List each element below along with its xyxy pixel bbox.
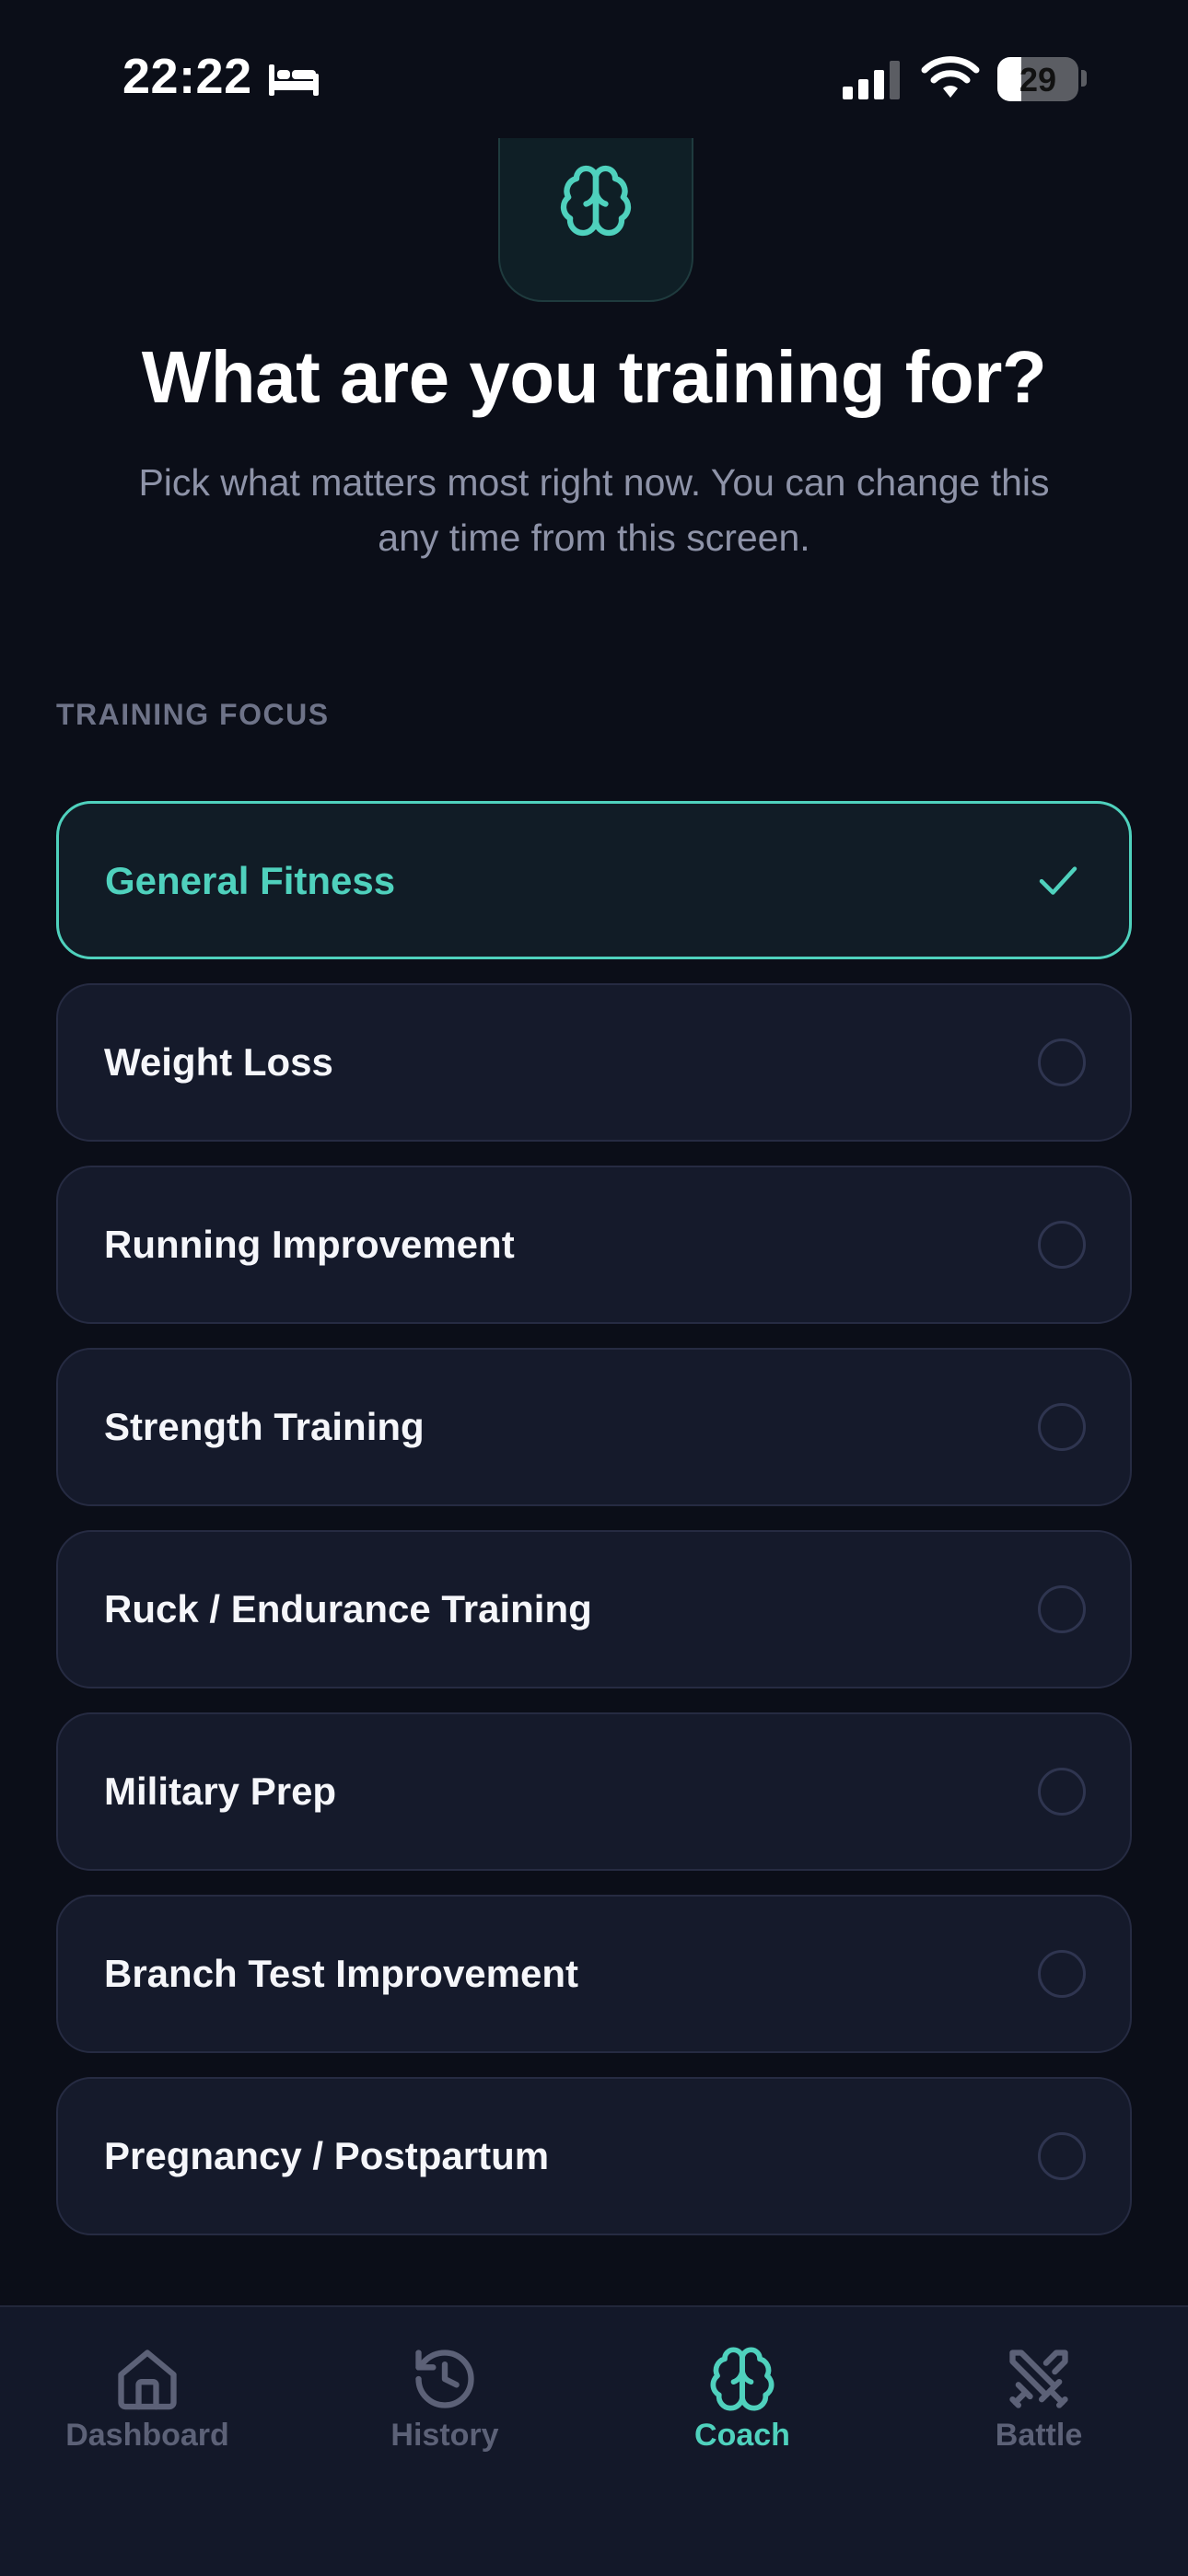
- brain-icon: [560, 165, 632, 237]
- swords-icon: [1009, 2350, 1068, 2408]
- option-ruck-endurance-training[interactable]: Ruck / Endurance Training: [56, 1530, 1132, 1688]
- status-time: 22:22: [122, 49, 252, 104]
- battery-percent: 29: [1019, 61, 1057, 99]
- option-branch-test-improvement[interactable]: Branch Test Improvement: [56, 1895, 1132, 2053]
- training-focus-options: General Fitness Weight Loss Running Impr…: [56, 801, 1132, 2259]
- option-general-fitness[interactable]: General Fitness: [56, 801, 1132, 959]
- brain-icon: [710, 2347, 775, 2411]
- radio-unselected[interactable]: [1038, 1221, 1086, 1269]
- option-label: Running Improvement: [104, 1223, 515, 1266]
- status-bar: 22:22 29: [0, 0, 1188, 157]
- battery-indicator: 29: [997, 57, 1078, 101]
- tab-dashboard[interactable]: Dashboard: [37, 2344, 258, 2454]
- home-icon: [118, 2350, 177, 2410]
- option-weight-loss[interactable]: Weight Loss: [56, 983, 1132, 1142]
- page-subtitle: Pick what matters most right now. You ca…: [138, 461, 1050, 559]
- tab-label: Dashboard: [65, 2418, 229, 2453]
- cellular-signal-icon: [843, 61, 900, 99]
- battery-tip: [1081, 70, 1087, 87]
- tab-label: History: [390, 2418, 499, 2453]
- option-label: Branch Test Improvement: [104, 1952, 579, 1995]
- option-label: General Fitness: [105, 859, 396, 902]
- tab-label: Coach: [694, 2418, 790, 2453]
- tab-battle[interactable]: Battle: [928, 2344, 1149, 2454]
- page-title: What are you training for?: [141, 336, 1047, 418]
- radio-unselected[interactable]: [1038, 2132, 1086, 2180]
- option-running-improvement[interactable]: Running Improvement: [56, 1166, 1132, 1324]
- history-icon: [415, 2350, 474, 2408]
- bottom-tab-bar: Dashboard History Coach Battle: [0, 2305, 1188, 2576]
- radio-unselected[interactable]: [1038, 1585, 1086, 1633]
- tab-history[interactable]: History: [334, 2344, 555, 2454]
- option-label: Pregnancy / Postpartum: [104, 2134, 550, 2177]
- option-military-prep[interactable]: Military Prep: [56, 1712, 1132, 1871]
- radio-unselected[interactable]: [1038, 1039, 1086, 1086]
- checkmark-icon: [1039, 866, 1077, 895]
- coach-brain-badge: [498, 138, 693, 302]
- option-label: Strength Training: [104, 1405, 425, 1448]
- option-label: Weight Loss: [104, 1040, 333, 1084]
- tab-label: Battle: [995, 2418, 1083, 2453]
- tab-coach[interactable]: Coach: [632, 2344, 853, 2454]
- option-strength-training[interactable]: Strength Training: [56, 1348, 1132, 1506]
- radio-unselected[interactable]: [1038, 1403, 1086, 1451]
- radio-unselected[interactable]: [1038, 1768, 1086, 1816]
- section-label-training-focus: TRAINING FOCUS: [56, 698, 330, 731]
- option-pregnancy-postpartum[interactable]: Pregnancy / Postpartum: [56, 2077, 1132, 2235]
- option-label: Military Prep: [104, 1770, 337, 1813]
- bed-icon: [269, 64, 319, 96]
- wifi-icon: [921, 56, 980, 98]
- option-label: Ruck / Endurance Training: [104, 1587, 592, 1630]
- radio-unselected[interactable]: [1038, 1950, 1086, 1998]
